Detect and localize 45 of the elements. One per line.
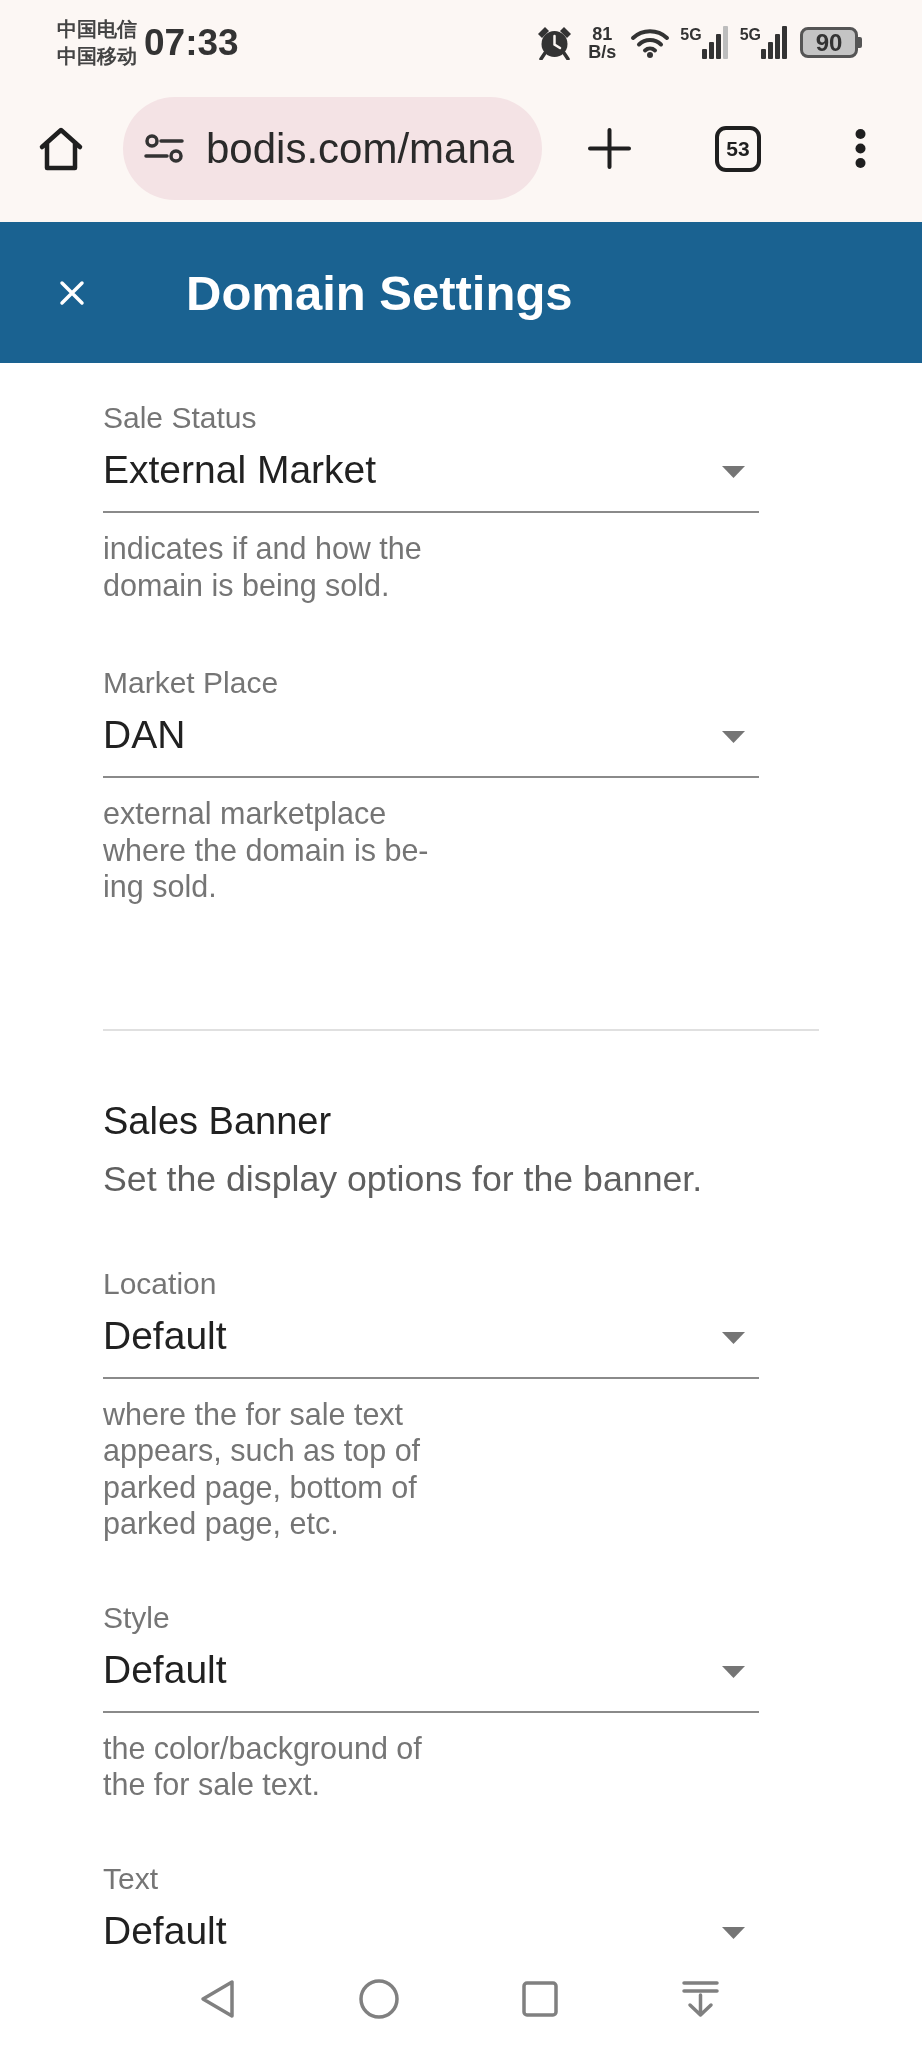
url-text[interactable]: bodis.com/mana [206, 123, 515, 174]
field-label: Style [103, 1599, 170, 1636]
signal-bars-icon [761, 26, 788, 59]
battery-indicator: 90 [800, 27, 862, 58]
helper-text: external marketplace where the domain is be- ing sold. [103, 795, 429, 905]
section-description: Set the display options for the banner. [103, 1158, 703, 1199]
home-icon[interactable] [38, 126, 84, 171]
carrier-name: 中国移动 [57, 43, 137, 69]
address-bar[interactable]: bodis.com/mana [123, 97, 542, 200]
helper-text: the color/background of the for sale text. [103, 1729, 422, 1803]
field-label: Location [103, 1265, 217, 1302]
signal-bars-icon [701, 26, 729, 59]
dropdown-field[interactable]: Default [103, 1313, 759, 1379]
menu-icon[interactable] [854, 128, 867, 169]
caret-icon [722, 731, 745, 743]
section-title: Sales Banner [103, 1098, 332, 1143]
close-icon[interactable] [59, 279, 85, 306]
dropdown-field[interactable]: Default [103, 1647, 759, 1713]
dropdown-field[interactable]: External Market [103, 448, 759, 513]
caret-icon [722, 1665, 745, 1678]
field-label: Market Place [103, 665, 279, 701]
dropdown-field[interactable]: DAN [103, 713, 759, 778]
home-circle-icon[interactable] [359, 1979, 399, 2019]
network-type-label: 5G [739, 26, 761, 43]
network-speed-value: 81 [592, 24, 613, 43]
network-type-label: 5G [680, 26, 702, 43]
caret-icon [722, 1926, 745, 1939]
helper-text: indicates if and how the domain is being sold. [103, 530, 422, 603]
caret-icon [722, 1331, 745, 1344]
recents-icon[interactable] [522, 1981, 558, 2017]
download-arrow-icon[interactable] [682, 1980, 719, 2018]
carrier-name: 中国电信 [57, 16, 137, 42]
helper-text: where the for sale text appears, such as top of parked page, bottom of parked page, etc. [103, 1395, 421, 1542]
back-icon[interactable] [200, 1979, 235, 2019]
alarm-clock-icon [537, 25, 573, 60]
field-label: Sale Status [103, 400, 257, 436]
field-label: Text [103, 1860, 159, 1897]
sliders-icon[interactable] [144, 134, 184, 163]
caret-icon [722, 466, 745, 478]
plus-icon[interactable] [588, 128, 631, 169]
wifi-icon [630, 27, 671, 58]
status-time: 07:33 [144, 22, 239, 63]
page-title: Domain Settings [186, 264, 573, 321]
network-speed-unit: B/s [588, 42, 617, 61]
tab-count-button[interactable]: 53 [715, 125, 761, 172]
